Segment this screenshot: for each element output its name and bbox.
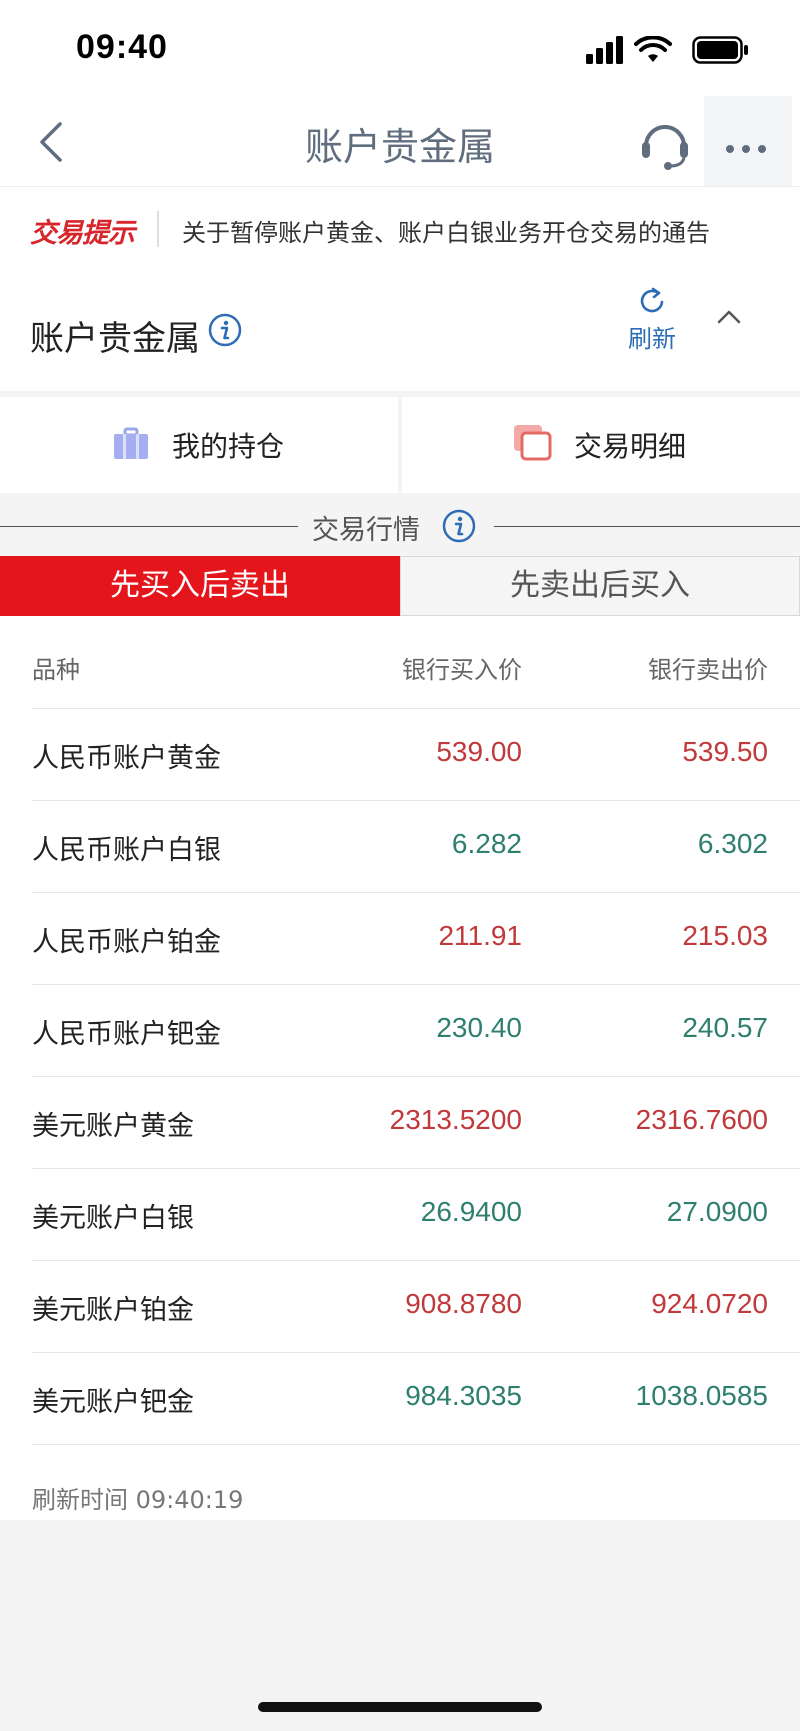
row-buy-price: 6.282 xyxy=(451,828,522,859)
status-time: 09:40 xyxy=(76,28,168,66)
row-sell-price: 1038.0585 xyxy=(635,1380,768,1411)
my-holdings-label: 我的持仓 xyxy=(172,430,285,463)
divider-line-right xyxy=(494,526,800,527)
nav-bar: 账户贵金属 xyxy=(0,96,800,187)
refresh-time: 刷新时间 09:40:19 xyxy=(32,1486,244,1514)
row-name: 美元账户钯金 xyxy=(32,1387,194,1418)
cellular-signal-icon xyxy=(586,36,623,64)
row-divider xyxy=(32,984,800,985)
row-divider xyxy=(32,1168,800,1169)
row-name: 人民币账户黄金 xyxy=(32,743,221,774)
copy-cards-icon xyxy=(514,425,552,461)
row-name: 美元账户白银 xyxy=(32,1203,194,1234)
headset-icon xyxy=(642,125,688,170)
row-buy-price: 211.91 xyxy=(438,920,522,951)
row-buy-price: 2313.5200 xyxy=(389,1104,522,1135)
tab-sell-first[interactable]: 先卖出后买入 xyxy=(400,556,800,616)
refresh-label: 刷新 xyxy=(628,325,676,353)
header-bank-buy: 银行买入价 xyxy=(402,656,522,684)
trade-details-label: 交易明细 xyxy=(574,430,687,463)
row-name: 人民币账户钯金 xyxy=(32,1019,221,1050)
status-bar: 09:40 xyxy=(0,0,800,96)
market-section-header: 交易行情 xyxy=(0,503,800,551)
row-divider xyxy=(32,708,800,709)
row-name: 美元账户铂金 xyxy=(32,1295,194,1326)
briefcase-icon xyxy=(114,427,148,459)
table-row[interactable]: 人民币账户白银 6.282 6.302 xyxy=(0,800,800,892)
row-divider xyxy=(32,1444,800,1445)
row-buy-price: 539.00 xyxy=(436,736,522,767)
row-sell-price: 2316.7600 xyxy=(635,1104,768,1135)
quote-table: 品种 银行买入价 银行卖出价 人民币账户黄金 539.00 539.50 人民币… xyxy=(0,616,800,1520)
header-name: 品种 xyxy=(32,656,80,684)
row-buy-price: 26.9400 xyxy=(420,1196,522,1227)
market-title: 交易行情 xyxy=(312,515,420,546)
refresh-button[interactable]: 刷新 xyxy=(622,285,682,355)
wifi-icon xyxy=(634,36,672,62)
notice-divider xyxy=(157,211,159,247)
tab-buy-first[interactable]: 先买入后卖出 xyxy=(0,556,400,616)
section-header: 账户贵金属 刷新 xyxy=(0,271,800,391)
notice-tag: 交易提示 xyxy=(30,218,135,249)
row-sell-price: 215.03 xyxy=(682,920,768,951)
more-dots-icon xyxy=(726,138,774,157)
trade-notice[interactable]: 交易提示 关于暂停账户黄金、账户白银业务开仓交易的通告 xyxy=(0,187,800,271)
row-buy-price: 230.40 xyxy=(436,1012,522,1043)
row-divider xyxy=(32,800,800,801)
table-row[interactable]: 人民币账户铂金 211.91 215.03 xyxy=(0,892,800,984)
info-icon[interactable] xyxy=(442,509,476,543)
customer-service-button[interactable] xyxy=(636,114,694,172)
trade-direction-tabs: 先买入后卖出 先卖出后买入 xyxy=(0,556,800,616)
table-row[interactable]: 美元账户铂金 908.8780 924.0720 xyxy=(0,1260,800,1352)
refresh-icon xyxy=(640,287,664,313)
row-buy-price: 984.3035 xyxy=(405,1380,522,1411)
info-icon[interactable] xyxy=(208,313,242,347)
my-holdings-button[interactable]: 我的持仓 xyxy=(0,397,398,493)
row-divider xyxy=(32,892,800,893)
battery-icon xyxy=(692,36,748,64)
table-row[interactable]: 美元账户钯金 984.3035 1038.0585 xyxy=(0,1352,800,1444)
table-row[interactable]: 人民币账户钯金 230.40 240.57 xyxy=(0,984,800,1076)
section-title: 账户贵金属 xyxy=(30,319,200,359)
row-name: 人民币账户铂金 xyxy=(32,927,221,958)
table-header: 品种 银行买入价 银行卖出价 xyxy=(0,616,800,708)
row-sell-price: 240.57 xyxy=(682,1012,768,1043)
home-indicator[interactable] xyxy=(258,1702,542,1712)
quick-actions: 我的持仓 交易明细 xyxy=(0,397,800,493)
table-row[interactable]: 美元账户白银 26.9400 27.0900 xyxy=(0,1168,800,1260)
row-sell-price: 6.302 xyxy=(697,828,768,859)
table-row[interactable]: 美元账户黄金 2313.5200 2316.7600 xyxy=(0,1076,800,1168)
trade-details-button[interactable]: 交易明细 xyxy=(402,397,800,493)
notice-text[interactable]: 关于暂停账户黄金、账户白银业务开仓交易的通告 xyxy=(182,213,710,248)
table-row[interactable]: 人民币账户黄金 539.00 539.50 xyxy=(0,708,800,800)
chevron-up-icon[interactable] xyxy=(714,305,744,329)
header-bank-sell: 银行卖出价 xyxy=(648,656,768,684)
row-sell-price: 27.0900 xyxy=(666,1196,768,1227)
row-sell-price: 924.0720 xyxy=(651,1288,768,1319)
row-name: 人民币账户白银 xyxy=(32,835,221,866)
row-divider xyxy=(32,1076,800,1077)
row-divider xyxy=(32,1352,800,1353)
row-sell-price: 539.50 xyxy=(682,736,768,767)
more-button[interactable] xyxy=(704,96,792,186)
row-buy-price: 908.8780 xyxy=(405,1288,522,1319)
row-name: 美元账户黄金 xyxy=(32,1111,194,1142)
divider-line-left xyxy=(0,526,298,527)
row-divider xyxy=(32,1260,800,1261)
